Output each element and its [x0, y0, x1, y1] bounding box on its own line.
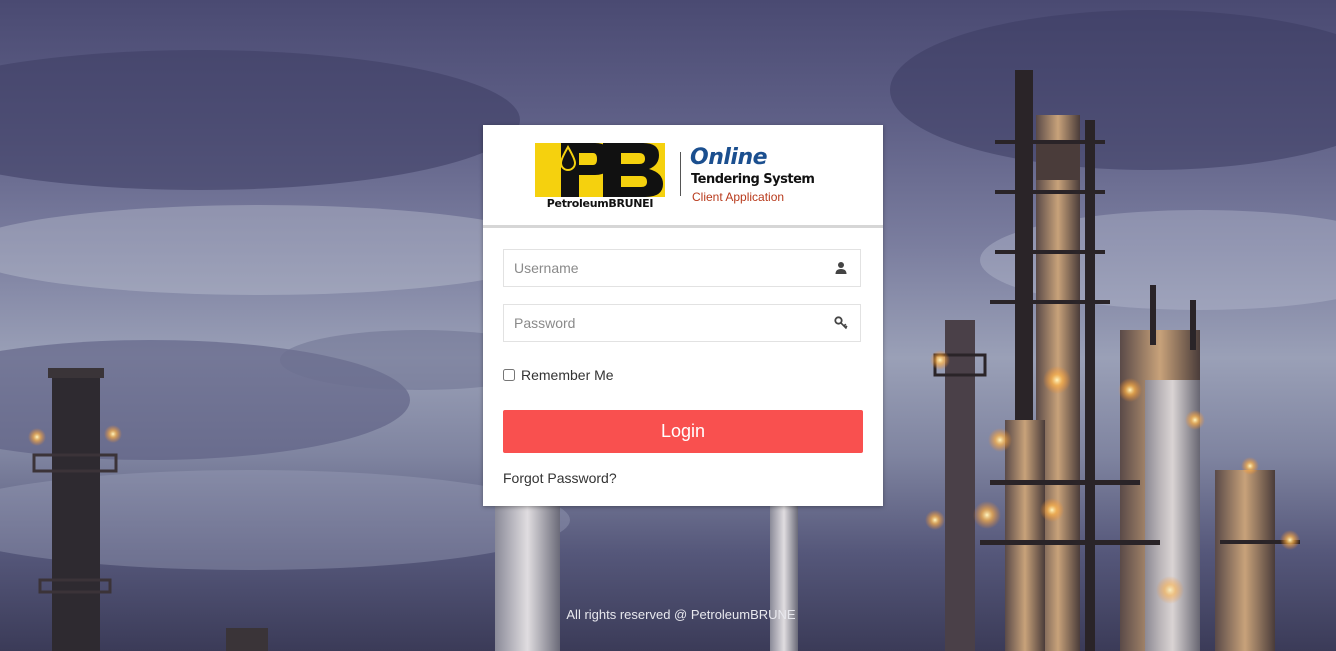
footer-copyright: All rights reserved @ PetroleumBRUNE [566, 607, 796, 622]
card-header: PetroleumBRUNEI Online Tendering System … [483, 125, 883, 228]
remember-me[interactable]: Remember Me [503, 367, 614, 383]
app-name: Client Application [692, 190, 785, 204]
header-divider [680, 152, 681, 196]
brand-subtitle: Tendering System [691, 172, 815, 187]
remember-checkbox[interactable] [503, 369, 515, 381]
user-icon [835, 262, 847, 274]
key-icon [834, 316, 848, 330]
username-field[interactable] [503, 249, 861, 287]
login-page: PetroleumBRUNEI Online Tendering System … [0, 0, 1336, 651]
logo-caption: PetroleumBRUNEI [546, 197, 654, 210]
remember-label: Remember Me [521, 367, 614, 383]
login-button[interactable]: Login [503, 410, 863, 453]
brand-title: Online [690, 145, 768, 170]
forgot-password-link[interactable]: Forgot Password? [503, 470, 617, 486]
login-card: PetroleumBRUNEI Online Tendering System … [483, 125, 883, 506]
password-input[interactable] [504, 305, 824, 341]
username-input[interactable] [504, 250, 824, 286]
password-field[interactable] [503, 304, 861, 342]
